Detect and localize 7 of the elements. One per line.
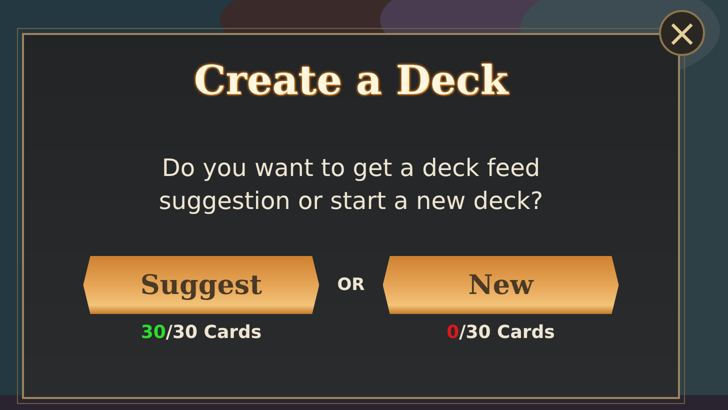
option-button[interactable]: New [382,256,619,314]
dialog-message: Do you want to get a deck feed suggestion or start a new deck? [158,153,544,217]
dialog-title: Create a Deck [194,57,508,104]
card-count: 0/30 Cards [446,322,555,343]
or-label: OR [337,275,365,295]
option-button[interactable]: Suggest [83,256,320,314]
card-count: 30/30 Cards [140,322,262,343]
